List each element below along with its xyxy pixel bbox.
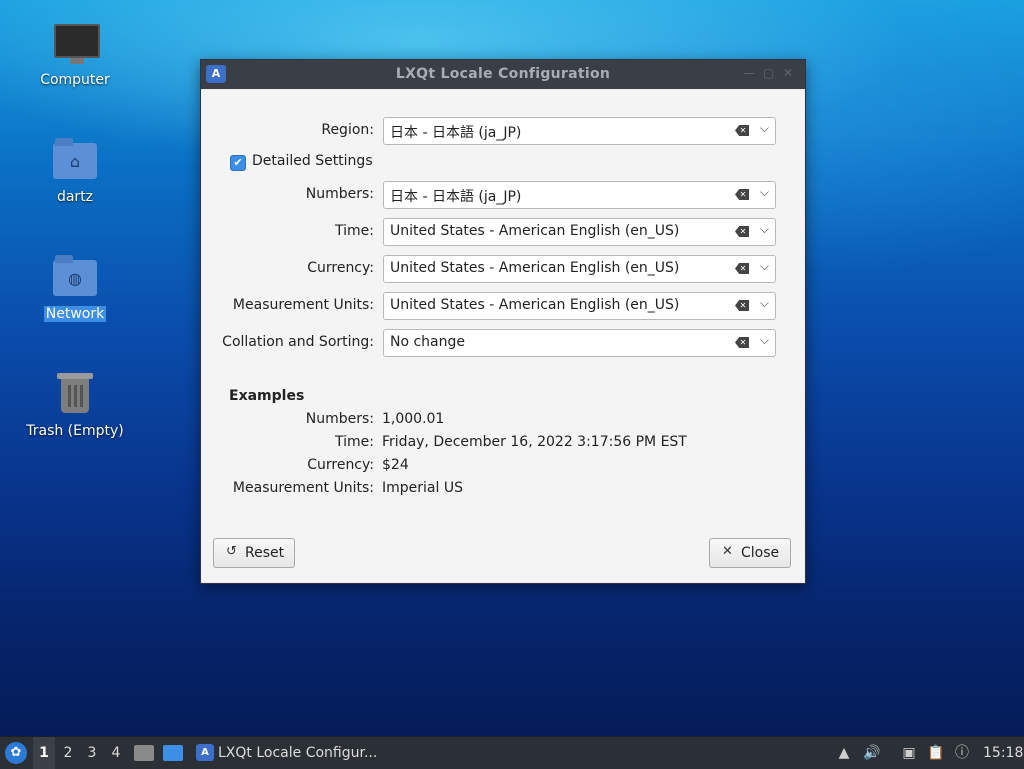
example-row: Measurement Units: Imperial US	[202, 480, 802, 500]
example-label: Measurement Units:	[232, 480, 374, 496]
chevron-down-icon[interactable]: ⌵	[760, 333, 769, 348]
desktop-icon-label: dartz	[56, 189, 94, 205]
measurement-label: Measurement Units:	[232, 297, 374, 313]
clear-icon[interactable]: ✕	[735, 263, 749, 274]
measurement-combo[interactable]: United States - American English (en_US)…	[383, 292, 776, 320]
currency-value: United States - American English (en_US)	[390, 260, 680, 276]
workspace-4[interactable]: 4	[105, 737, 127, 769]
desktop-icon-trash[interactable]: Trash (Empty)	[20, 373, 130, 439]
window-title: LXQt Locale Configuration	[395, 66, 611, 82]
window-content: Region: 日本 - 日本語 (ja_JP) ✕ ⌵ ✔ Detailed …	[202, 90, 804, 582]
collation-label: Collation and Sorting:	[222, 334, 374, 350]
collation-value: No change	[390, 334, 466, 350]
region-value: 日本 - 日本語 (ja_JP)	[390, 125, 522, 141]
show-desktop-icon[interactable]	[163, 745, 183, 761]
clock[interactable]: 15:18	[983, 745, 1023, 761]
numbers-value: 日本 - 日本語 (ja_JP)	[390, 189, 522, 205]
numbers-label: Numbers:	[305, 186, 374, 202]
desktop-icon-computer[interactable]: Computer	[20, 22, 130, 88]
app-menu-icon[interactable]: ✿	[5, 742, 27, 764]
example-row: Time: Friday, December 16, 2022 3:17:56 …	[202, 434, 802, 454]
example-value: Friday, December 16, 2022 3:17:56 PM EST	[382, 434, 687, 450]
workspace-3[interactable]: 3	[81, 737, 103, 769]
currency-combo[interactable]: United States - American English (en_US)…	[383, 255, 776, 283]
reset-button[interactable]: ↺ Reset	[213, 538, 295, 568]
reset-button-label: Reset	[245, 545, 285, 561]
workspace-2[interactable]: 2	[57, 737, 79, 769]
workspace-1[interactable]: 1	[33, 737, 55, 769]
clear-icon[interactable]: ✕	[735, 337, 749, 348]
undo-icon: ↺	[226, 544, 237, 559]
desktop-icon-label: Computer	[40, 72, 110, 88]
region-combo[interactable]: 日本 - 日本語 (ja_JP) ✕ ⌵	[383, 117, 776, 145]
volume-icon[interactable]: 🔊	[863, 744, 881, 762]
locale-config-window: A LXQt Locale Configuration — ▢ ✕ Region…	[200, 59, 806, 584]
clear-icon[interactable]: ✕	[735, 189, 749, 200]
computer-icon	[54, 24, 100, 64]
examples-heading: Examples	[229, 388, 305, 404]
close-window-icon[interactable]: ✕	[783, 66, 793, 80]
file-manager-icon[interactable]	[134, 745, 154, 761]
time-combo[interactable]: United States - American English (en_US)…	[383, 218, 776, 246]
chevron-down-icon[interactable]: ⌵	[760, 121, 769, 136]
measurement-row: Measurement Units: United States - Ameri…	[202, 292, 802, 320]
time-label: Time:	[335, 223, 374, 239]
example-value: 1,000.01	[382, 411, 445, 427]
currency-row: Currency: United States - American Engli…	[202, 255, 802, 283]
collation-combo[interactable]: No change ✕ ⌵	[383, 329, 776, 357]
desktop-icon-label: Network	[43, 306, 107, 322]
example-value: $24	[382, 457, 409, 473]
chevron-down-icon[interactable]: ⌵	[760, 296, 769, 311]
example-label: Currency:	[307, 457, 374, 473]
numbers-combo[interactable]: 日本 - 日本語 (ja_JP) ✕ ⌵	[383, 181, 776, 209]
region-label: Region:	[321, 122, 374, 138]
locale-app-icon: A	[196, 744, 214, 761]
clear-icon[interactable]: ✕	[735, 300, 749, 311]
close-button[interactable]: ✕ Close	[709, 538, 791, 568]
numbers-row: Numbers: 日本 - 日本語 (ja_JP) ✕ ⌵	[202, 181, 802, 209]
taskbar: ✿ 1 2 3 4 A LXQt Locale Configur... ▲ 🔊 …	[0, 736, 1024, 769]
clear-icon[interactable]: ✕	[735, 226, 749, 237]
time-row: Time: United States - American English (…	[202, 218, 802, 246]
chevron-down-icon[interactable]: ⌵	[760, 222, 769, 237]
example-label: Time:	[335, 434, 374, 450]
task-locale-config[interactable]: A LXQt Locale Configur...	[192, 737, 382, 769]
currency-label: Currency:	[307, 260, 374, 276]
close-button-label: Close	[741, 545, 780, 561]
example-label: Numbers:	[305, 411, 374, 427]
clear-icon[interactable]: ✕	[735, 125, 749, 136]
task-title: LXQt Locale Configur...	[218, 745, 378, 761]
example-row: Currency: $24	[202, 457, 802, 477]
notification-icon[interactable]: ⓘ	[953, 744, 971, 762]
home-folder-icon: ⌂	[53, 138, 97, 179]
collation-row: Collation and Sorting: No change ✕ ⌵	[202, 329, 802, 357]
measurement-value: United States - American English (en_US)	[390, 297, 680, 313]
network-folder-icon: ◍	[53, 255, 97, 296]
clipboard-icon[interactable]: 📋	[927, 744, 945, 762]
detailed-settings-label: Detailed Settings	[252, 153, 373, 169]
trash-icon	[57, 373, 93, 413]
close-icon: ✕	[722, 544, 733, 559]
time-value: United States - American English (en_US)	[390, 223, 680, 239]
desktop-icon-label: Trash (Empty)	[26, 423, 124, 439]
minimize-icon[interactable]: —	[743, 66, 755, 80]
chevron-down-icon[interactable]: ⌵	[760, 185, 769, 200]
chevron-down-icon[interactable]: ⌵	[760, 259, 769, 274]
example-row: Numbers: 1,000.01	[202, 411, 802, 431]
checkbox-checked-icon[interactable]: ✔	[230, 155, 246, 171]
maximize-icon[interactable]: ▢	[763, 66, 774, 80]
example-value: Imperial US	[382, 480, 463, 496]
desktop-icon-home[interactable]: ⌂ dartz	[20, 138, 130, 205]
drive-icon[interactable]: ▲	[835, 744, 853, 762]
region-row: Region: 日本 - 日本語 (ja_JP) ✕ ⌵	[202, 117, 802, 145]
window-titlebar[interactable]: A LXQt Locale Configuration — ▢ ✕	[201, 60, 805, 89]
desktop-icon-network[interactable]: ◍ Network	[20, 255, 130, 322]
network-tray-icon[interactable]: ▣	[900, 744, 918, 762]
